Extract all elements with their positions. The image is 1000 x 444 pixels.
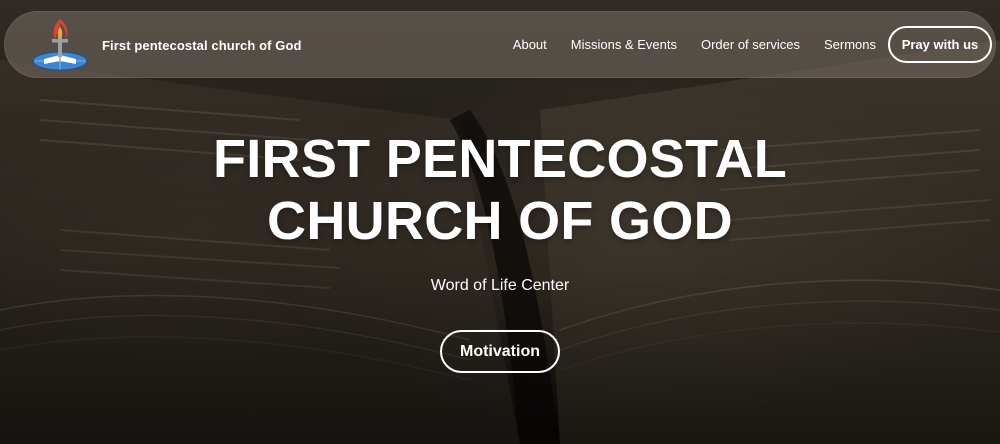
nav-link-order-of-services[interactable]: Order of services bbox=[701, 37, 800, 52]
hero-title: FIRST PENTECOSTAL CHURCH OF GOD bbox=[0, 128, 1000, 252]
hero-subtitle: Word of Life Center bbox=[430, 277, 570, 294]
hero-title-line-1: FIRST PENTECOSTAL bbox=[212, 129, 788, 189]
motivation-button[interactable]: Motivation bbox=[440, 330, 560, 373]
brand-home-link[interactable]: First pentecostal church of God bbox=[30, 17, 302, 73]
hero-title-line-2: CHURCH OF GOD bbox=[267, 191, 733, 251]
nav-link-about[interactable]: About bbox=[513, 37, 547, 52]
nav-links: About Missions & Events Order of service… bbox=[513, 11, 876, 78]
nav-link-missions-events[interactable]: Missions & Events bbox=[571, 37, 677, 52]
brand-name: First pentecostal church of God bbox=[102, 37, 302, 53]
nav-link-sermons[interactable]: Sermons bbox=[824, 37, 876, 52]
flame-cross-globe-icon bbox=[32, 19, 88, 71]
pray-with-us-button[interactable]: Pray with us bbox=[888, 26, 992, 63]
top-navbar: First pentecostal church of God About Mi… bbox=[4, 11, 996, 78]
